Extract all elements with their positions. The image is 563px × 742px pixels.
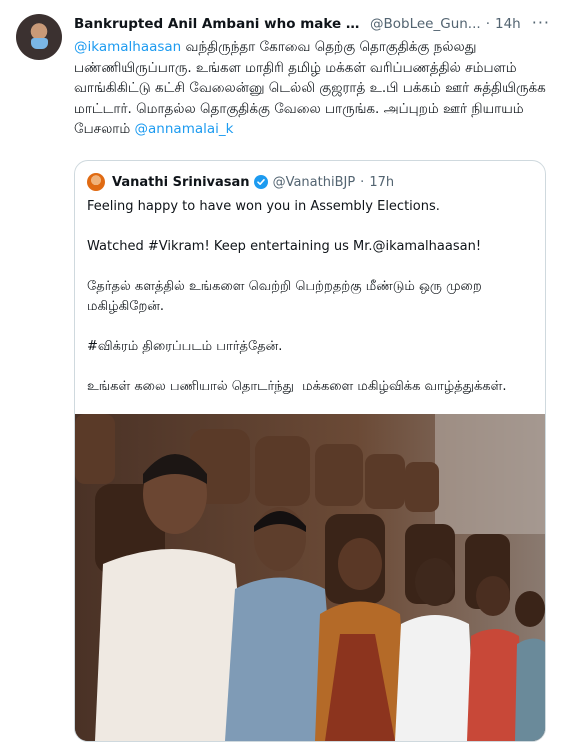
more-horizontal-icon[interactable]: ··· — [532, 13, 550, 32]
mention-link[interactable]: @annamalai_k — [135, 121, 234, 137]
quoted-tweet-timestamp[interactable]: 17h — [369, 175, 394, 190]
quoted-tweet-text: Feeling happy to have won you in Assembl… — [87, 199, 507, 394]
profile-avatar[interactable] — [16, 14, 62, 60]
separator-dot: · — [485, 16, 490, 32]
quoted-author-name[interactable]: Vanathi Srinivasan — [112, 175, 250, 190]
quoted-tweet-header: Vanathi Srinivasan @VanathiBJP · 17h — [87, 172, 394, 192]
face-mask-graphic — [31, 38, 48, 49]
attached-photo[interactable] — [75, 414, 545, 741]
author-handle[interactable]: @BobLee_Gun... — [370, 16, 481, 32]
verified-badge-icon — [253, 175, 268, 189]
tweet-header: Bankrupted Anil Ambani who make Rafale J… — [74, 13, 550, 35]
author-name[interactable]: Bankrupted Anil Ambani who make Rafale J… — [74, 16, 364, 32]
quoted-author-avatar[interactable] — [87, 173, 105, 191]
tweet-text: @ikamalhaasan வந்திருந்தா கோவை தெற்கு தொ… — [74, 37, 550, 140]
theatre-audience-image — [75, 414, 545, 741]
quoted-tweet[interactable]: Vanathi Srinivasan @VanathiBJP · 17h Fee… — [74, 160, 546, 742]
tweet-timestamp[interactable]: 14h — [495, 16, 521, 32]
mention-link[interactable]: @ikamalhaasan — [74, 39, 181, 55]
quoted-author-handle[interactable]: @VanathiBJP — [273, 175, 356, 190]
separator-dot: · — [360, 174, 365, 190]
